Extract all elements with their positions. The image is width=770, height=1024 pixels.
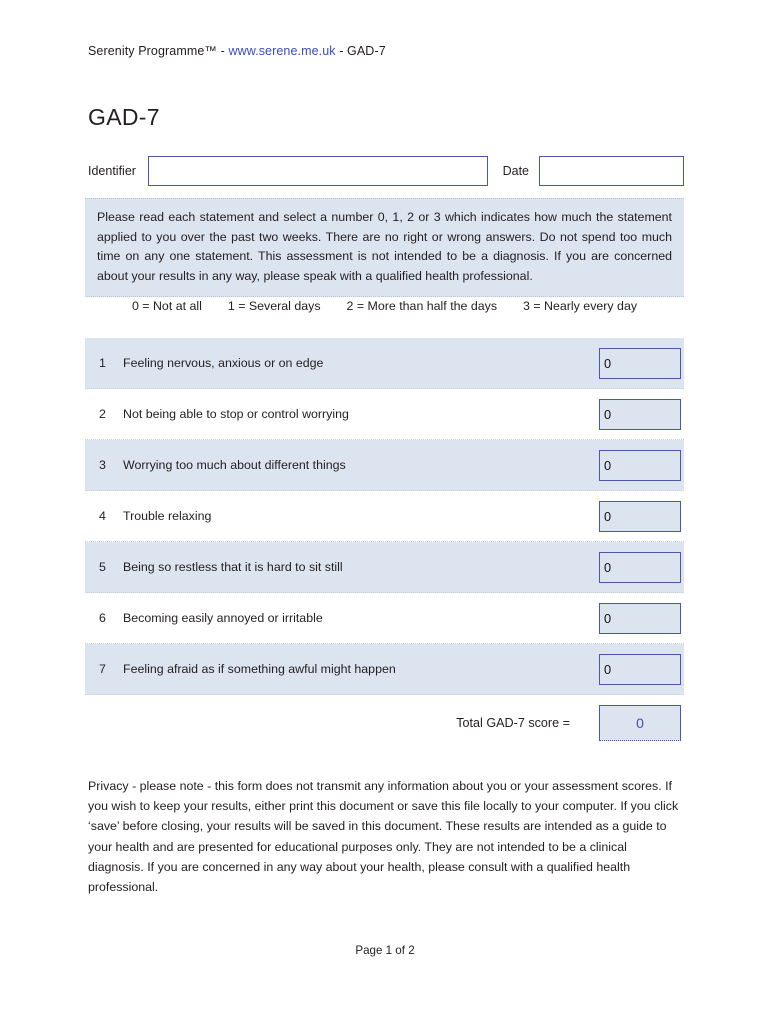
question-list: 1 Feeling nervous, anxious or on edge 2 … <box>85 338 684 695</box>
scale-option-2: 2 = More than half the days <box>346 299 498 313</box>
question-score-input[interactable] <box>599 500 681 532</box>
question-row: 2 Not being able to stop or control worr… <box>85 389 684 440</box>
question-row: 1 Feeling nervous, anxious or on edge <box>85 338 684 389</box>
question-number: 4 <box>99 509 106 523</box>
scale-option-0: 0 = Not at all <box>131 299 202 313</box>
instructions-text: Please read each statement and select a … <box>85 198 684 298</box>
question-number: 3 <box>99 458 106 472</box>
question-row: 5 Being so restless that it is hard to s… <box>85 542 684 593</box>
total-score-row: Total GAD-7 score = 0 <box>85 703 684 743</box>
question-row: 3 Worrying too much about different thin… <box>85 440 684 491</box>
question-number: 2 <box>99 407 106 421</box>
date-label: Date <box>502 164 529 178</box>
identifier-date-row: Identifier Date <box>88 155 684 187</box>
page-title: GAD-7 <box>88 104 160 130</box>
question-row: 7 Feeling afraid as if something awful m… <box>85 644 684 695</box>
question-number: 1 <box>99 356 106 370</box>
header-suffix: - GAD-7 <box>335 44 386 58</box>
question-score-input[interactable] <box>599 551 681 583</box>
document-header: Serenity Programme™ - www.serene.me.uk -… <box>88 44 386 58</box>
scale-option-1: 1 = Several days <box>227 299 321 313</box>
total-score-label: Total GAD-7 score = <box>456 716 570 730</box>
response-scale-legend: 0 = Not at all 1 = Several days 2 = More… <box>85 299 684 313</box>
question-score-input[interactable] <box>599 398 681 430</box>
identifier-label: Identifier <box>88 164 136 178</box>
question-number: 5 <box>99 560 106 574</box>
question-score-input[interactable] <box>599 449 681 481</box>
total-score-value: 0 <box>599 705 681 741</box>
question-number: 7 <box>99 662 106 676</box>
question-score-input[interactable] <box>599 347 681 379</box>
page-footer: Page 1 of 2 <box>355 944 415 957</box>
privacy-notice: Privacy - please note - this form does n… <box>88 779 679 895</box>
question-score-input[interactable] <box>599 602 681 634</box>
scale-option-3: 3 = Nearly every day <box>523 299 638 313</box>
question-number: 6 <box>99 611 106 625</box>
serene-website-link[interactable]: www.serene.me.uk <box>228 44 335 58</box>
identifier-input[interactable] <box>147 156 488 186</box>
document-page: Serenity Programme™ - www.serene.me.uk -… <box>0 0 770 1024</box>
question-row: 6 Becoming easily annoyed or irritable <box>85 593 684 644</box>
header-brand: Serenity Programme™ - <box>88 44 229 58</box>
question-score-input[interactable] <box>599 653 681 685</box>
question-row: 4 Trouble relaxing <box>85 491 684 542</box>
date-input[interactable] <box>539 156 684 186</box>
